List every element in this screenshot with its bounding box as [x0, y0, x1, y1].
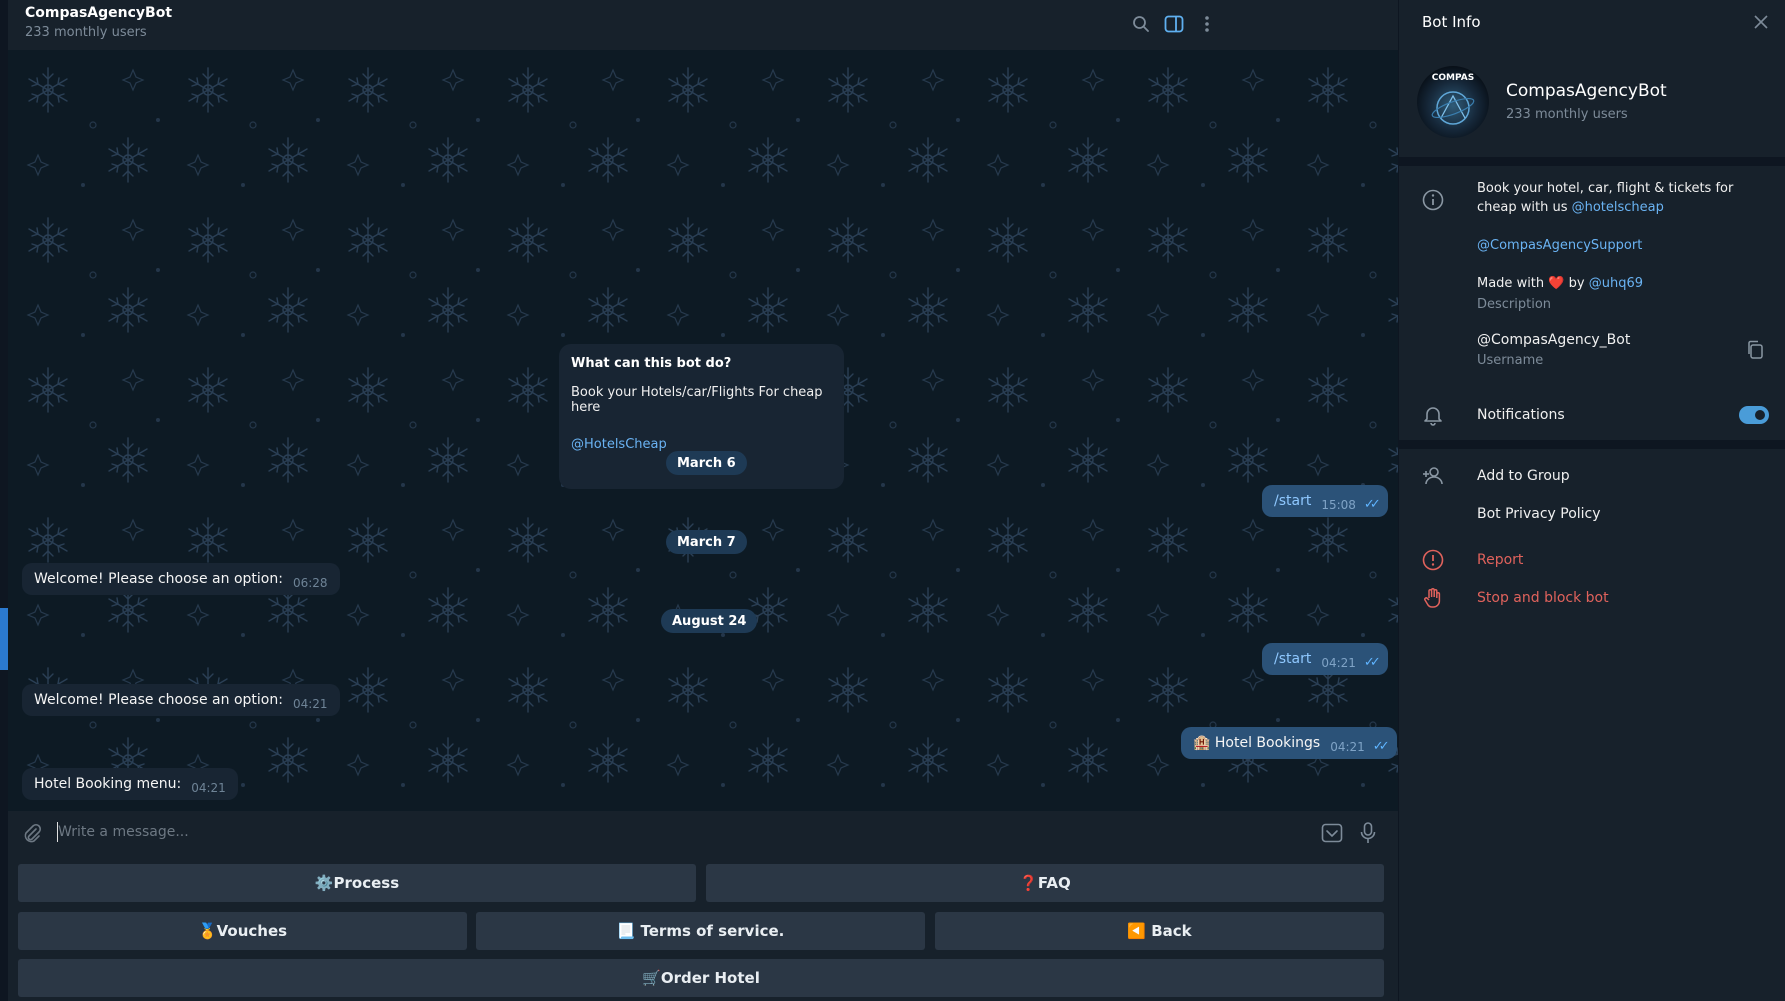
- bot-info-panel: Bot Info COMPAS CompasAgencyBot 233 mont…: [1398, 0, 1785, 1001]
- chat-header[interactable]: CompasAgencyBot 233 monthly users: [8, 0, 1398, 50]
- incoming-message[interactable]: Welcome! Please choose an option: 04:21: [22, 684, 340, 716]
- read-checkmarks-icon: ✓✓: [1363, 496, 1381, 512]
- date-separator: March 7: [666, 530, 747, 554]
- support-link[interactable]: @CompasAgencySupport: [1477, 236, 1767, 255]
- report-icon: [1421, 548, 1445, 572]
- message-text: 🏨 Hotel Bookings: [1193, 735, 1321, 751]
- read-checkmarks-icon: ✓✓: [1372, 738, 1390, 754]
- process-button[interactable]: ⚙️Process: [18, 864, 696, 902]
- outgoing-message[interactable]: /start 04:21 ✓✓: [1262, 643, 1388, 675]
- bot-description: Book your hotel, car, flight & tickets f…: [1477, 179, 1767, 293]
- maker-link[interactable]: @uhq69: [1589, 276, 1643, 291]
- intro-title: What can this bot do?: [571, 356, 732, 371]
- more-menu-icon[interactable]: [1195, 12, 1219, 36]
- panel-title: Bot Info: [1422, 13, 1481, 31]
- message-text[interactable]: /start: [1274, 651, 1311, 667]
- message-text: Welcome! Please choose an option:: [34, 692, 283, 708]
- bot-subtitle: 233 monthly users: [1506, 107, 1628, 122]
- message-text: Hotel Booking menu:: [34, 776, 182, 792]
- message-time: 15:08: [1321, 498, 1356, 512]
- made-with-text: Made with: [1477, 276, 1545, 291]
- bot-name: CompasAgencyBot: [1506, 81, 1667, 101]
- terms-of-service-button[interactable]: 📃 Terms of service.: [476, 912, 925, 950]
- username-link[interactable]: @CompasAgency_Bot: [1477, 332, 1630, 348]
- by-text: by: [1568, 276, 1585, 291]
- description-label: Description: [1477, 297, 1552, 312]
- outgoing-message[interactable]: /start 15:08 ✓✓: [1262, 485, 1388, 517]
- section-divider: [1399, 157, 1785, 166]
- username-label: Username: [1477, 353, 1544, 368]
- incoming-message[interactable]: Welcome! Please choose an option: 06:28: [22, 563, 340, 595]
- intro-link[interactable]: @HotelsCheap: [571, 437, 832, 452]
- stop-hand-icon: [1421, 586, 1445, 610]
- section-divider: [1399, 440, 1785, 449]
- add-to-group-button[interactable]: Add to Group: [1477, 468, 1570, 484]
- message-text: Welcome! Please choose an option:: [34, 571, 283, 587]
- date-separator: August 24: [661, 609, 758, 633]
- close-icon[interactable]: [1753, 14, 1769, 30]
- message-composer[interactable]: Write a message...: [8, 811, 1398, 855]
- notifications-label: Notifications: [1477, 407, 1565, 423]
- message-time: 04:21: [191, 781, 226, 795]
- add-user-icon: [1421, 464, 1445, 488]
- chat-column: CompasAgencyBot 233 monthly users What c…: [8, 0, 1398, 1001]
- hotelscheap-link[interactable]: @hotelscheap: [1572, 200, 1664, 215]
- active-chat-indicator: [0, 608, 8, 670]
- message-area[interactable]: What can this bot do? Book your Hotels/c…: [8, 50, 1398, 811]
- chat-list-strip: [0, 0, 8, 1001]
- info-icon: [1421, 188, 1445, 212]
- chat-subtitle: 233 monthly users: [25, 25, 147, 40]
- date-separator: March 6: [666, 451, 747, 475]
- intro-text: Book your Hotels/car/Flights For cheap h…: [571, 385, 823, 415]
- bot-reply-keyboard: ⚙️Process ❓FAQ 🏅Vouches 📃 Terms of servi…: [8, 855, 1398, 1001]
- telegram-app: CompasAgencyBot 233 monthly users What c…: [0, 0, 1785, 1001]
- back-button[interactable]: ◀️ Back: [935, 912, 1384, 950]
- message-time: 06:28: [292, 576, 328, 590]
- heart-icon: ❤️: [1548, 276, 1565, 291]
- search-icon[interactable]: [1129, 12, 1153, 36]
- bell-icon: [1421, 403, 1445, 427]
- message-text[interactable]: /start: [1274, 493, 1311, 509]
- paperclip-icon[interactable]: [20, 821, 44, 845]
- made-with-line: Made with ❤️ by @uhq69: [1477, 274, 1767, 293]
- message-input[interactable]: Write a message...: [58, 824, 189, 840]
- chat-title[interactable]: CompasAgencyBot: [25, 5, 172, 21]
- order-hotel-button[interactable]: 🛒Order Hotel: [18, 959, 1384, 997]
- bot-keyboard-icon[interactable]: [1320, 821, 1344, 845]
- microphone-icon[interactable]: [1356, 821, 1380, 845]
- read-checkmarks-icon: ✓✓: [1363, 654, 1381, 670]
- bot-avatar[interactable]: COMPAS: [1417, 66, 1489, 138]
- vouches-button[interactable]: 🏅Vouches: [18, 912, 467, 950]
- notifications-toggle[interactable]: [1739, 406, 1769, 424]
- outgoing-message[interactable]: 🏨 Hotel Bookings 04:21 ✓✓: [1181, 727, 1397, 759]
- incoming-message[interactable]: Hotel Booking menu: 04:21: [22, 768, 238, 800]
- message-time: 04:21: [292, 697, 328, 711]
- sidebar-toggle-icon[interactable]: [1162, 12, 1186, 36]
- faq-button[interactable]: ❓FAQ: [706, 864, 1384, 902]
- message-time: 04:21: [1321, 656, 1356, 670]
- copy-icon[interactable]: [1746, 340, 1770, 364]
- report-button[interactable]: Report: [1477, 552, 1523, 568]
- bot-privacy-policy-button[interactable]: Bot Privacy Policy: [1477, 506, 1601, 522]
- stop-and-block-button[interactable]: Stop and block bot: [1477, 590, 1609, 606]
- message-time: 04:21: [1330, 740, 1365, 754]
